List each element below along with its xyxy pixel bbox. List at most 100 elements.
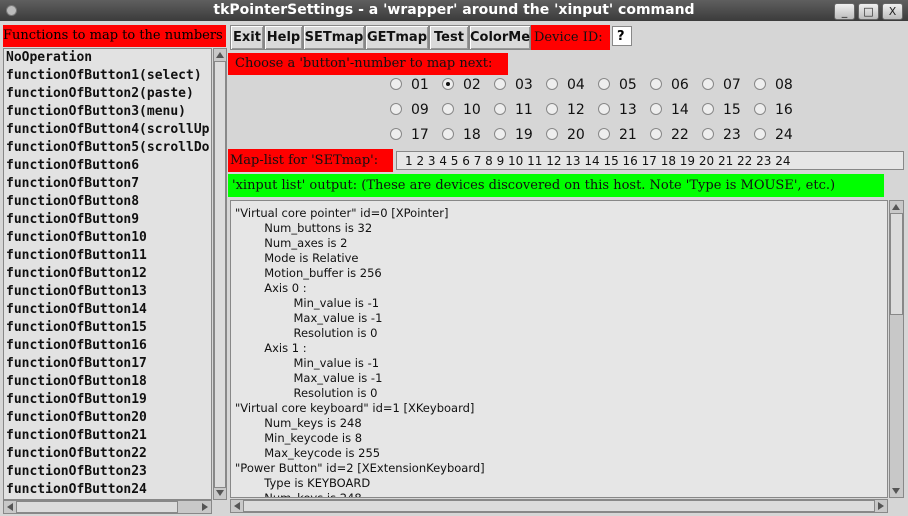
button-number-radio[interactable]: 02 xyxy=(442,77,481,97)
radio-unselected-icon[interactable] xyxy=(442,128,454,140)
radio-unselected-icon[interactable] xyxy=(702,128,714,140)
button-number-radio[interactable]: 03 xyxy=(494,77,533,97)
function-list-item[interactable]: functionOfButton11 xyxy=(4,247,211,265)
function-list-item[interactable]: functionOfButton6 xyxy=(4,157,211,175)
function-list-item[interactable]: functionOfButton20 xyxy=(4,409,211,427)
function-list-item[interactable]: functionOfButton9 xyxy=(4,211,211,229)
radio-unselected-icon[interactable] xyxy=(650,78,662,90)
function-list-item[interactable]: functionOfButton10 xyxy=(4,229,211,247)
radio-unselected-icon[interactable] xyxy=(650,103,662,115)
functions-horizontal-scrollbar[interactable] xyxy=(3,500,212,514)
scroll-up-arrow-icon[interactable] xyxy=(216,52,224,58)
function-list-item[interactable]: functionOfButton24 xyxy=(4,481,211,499)
function-list-item[interactable]: functionOfButton23 xyxy=(4,463,211,481)
function-list-item[interactable]: functionOfButton16 xyxy=(4,337,211,355)
function-list-item[interactable]: functionOfButton4(scrollUp xyxy=(4,121,211,139)
radio-unselected-icon[interactable] xyxy=(598,78,610,90)
function-list-item[interactable]: functionOfButton14 xyxy=(4,301,211,319)
button-number-radio[interactable]: 22 xyxy=(650,127,689,147)
button-number-radio[interactable]: 11 xyxy=(494,102,533,122)
radio-unselected-icon[interactable] xyxy=(494,103,506,115)
function-list-item[interactable]: functionOfButton22 xyxy=(4,445,211,463)
button-number-radio[interactable]: 08 xyxy=(754,77,793,97)
button-number-radio[interactable]: 18 xyxy=(442,127,481,147)
radio-unselected-icon[interactable] xyxy=(546,103,558,115)
function-list-item[interactable]: functionOfButton2(paste) xyxy=(4,85,211,103)
button-number-radio[interactable]: 20 xyxy=(546,127,585,147)
radio-unselected-icon[interactable] xyxy=(546,128,558,140)
function-list-item[interactable]: functionOfButton18 xyxy=(4,373,211,391)
functions-scroll-thumb[interactable] xyxy=(214,61,226,488)
radio-unselected-icon[interactable] xyxy=(546,78,558,90)
radio-unselected-icon[interactable] xyxy=(442,103,454,115)
colorme-button[interactable]: ColorMe xyxy=(469,25,531,50)
help-button[interactable]: Help xyxy=(264,25,303,50)
radio-unselected-icon[interactable] xyxy=(390,78,402,90)
function-list-item[interactable]: functionOfButton8 xyxy=(4,193,211,211)
function-list-item[interactable]: functionOfButton19 xyxy=(4,391,211,409)
maplist-entry[interactable]: 1 2 3 4 5 6 7 8 9 10 11 12 13 14 15 16 1… xyxy=(396,151,904,170)
output-scroll-up-arrow-icon[interactable] xyxy=(892,204,900,210)
functions-vertical-scrollbar[interactable] xyxy=(213,48,227,500)
output-scroll-right-arrow-icon[interactable] xyxy=(878,502,884,510)
radio-unselected-icon[interactable] xyxy=(390,128,402,140)
function-list-item[interactable]: functionOfButton15 xyxy=(4,319,211,337)
functions-hscroll-thumb[interactable] xyxy=(16,501,178,513)
button-number-radio[interactable]: 17 xyxy=(390,127,429,147)
button-number-radio[interactable]: 09 xyxy=(390,102,429,122)
button-number-radio[interactable]: 07 xyxy=(702,77,741,97)
button-number-radio[interactable]: 13 xyxy=(598,102,637,122)
exit-button[interactable]: Exit xyxy=(230,25,264,50)
output-hscroll-thumb[interactable] xyxy=(243,500,875,512)
output-scroll-left-arrow-icon[interactable] xyxy=(234,502,240,510)
button-number-radio[interactable]: 01 xyxy=(390,77,429,97)
button-number-radio[interactable]: 12 xyxy=(546,102,585,122)
button-number-radio[interactable]: 24 xyxy=(754,127,793,147)
button-number-radio[interactable]: 06 xyxy=(650,77,689,97)
radio-unselected-icon[interactable] xyxy=(390,103,402,115)
button-number-radio[interactable]: 23 xyxy=(702,127,741,147)
xinput-output-textarea[interactable]: "Virtual core pointer" id=0 [XPointer] N… xyxy=(230,200,888,498)
function-list-item[interactable]: functionOfButton13 xyxy=(4,283,211,301)
button-number-radio[interactable]: 16 xyxy=(754,102,793,122)
function-list-item[interactable]: functionOfButton12 xyxy=(4,265,211,283)
radio-unselected-icon[interactable] xyxy=(494,78,506,90)
output-scroll-thumb[interactable] xyxy=(890,213,903,315)
function-list-item[interactable]: NoOperation xyxy=(4,49,211,67)
output-horizontal-scrollbar[interactable] xyxy=(230,499,888,513)
close-button[interactable]: X xyxy=(882,3,903,20)
button-number-radio[interactable]: 05 xyxy=(598,77,637,97)
function-list-item[interactable]: functionOfButton1(select) xyxy=(4,67,211,85)
scroll-left-arrow-icon[interactable] xyxy=(7,503,13,511)
radio-unselected-icon[interactable] xyxy=(598,128,610,140)
radio-unselected-icon[interactable] xyxy=(494,128,506,140)
radio-unselected-icon[interactable] xyxy=(754,103,766,115)
functions-listbox[interactable]: NoOperation functionOfButton1(select) func… xyxy=(3,48,212,500)
function-list-item[interactable]: functionOfButton7 xyxy=(4,175,211,193)
device-id-input[interactable]: ? xyxy=(612,26,632,46)
setmap-button[interactable]: SETmap xyxy=(303,25,365,50)
button-number-radio[interactable]: 04 xyxy=(546,77,585,97)
getmap-button[interactable]: GETmap xyxy=(365,25,429,50)
scroll-down-arrow-icon[interactable] xyxy=(216,490,224,496)
function-list-item[interactable]: functionOfButton21 xyxy=(4,427,211,445)
function-list-item[interactable]: functionOfButton17 xyxy=(4,355,211,373)
button-number-radio[interactable]: 19 xyxy=(494,127,533,147)
minimize-button[interactable]: _ xyxy=(834,3,855,20)
radio-unselected-icon[interactable] xyxy=(598,103,610,115)
button-number-radio[interactable]: 14 xyxy=(650,102,689,122)
radio-unselected-icon[interactable] xyxy=(702,103,714,115)
output-scroll-down-arrow-icon[interactable] xyxy=(892,488,900,494)
radio-selected-icon[interactable] xyxy=(442,78,454,90)
function-list-item[interactable]: functionOfButton5(scrollDo xyxy=(4,139,211,157)
scroll-right-arrow-icon[interactable] xyxy=(202,503,208,511)
button-number-radio[interactable]: 10 xyxy=(442,102,481,122)
button-number-radio[interactable]: 21 xyxy=(598,127,637,147)
radio-unselected-icon[interactable] xyxy=(754,78,766,90)
radio-unselected-icon[interactable] xyxy=(702,78,714,90)
radio-unselected-icon[interactable] xyxy=(650,128,662,140)
button-number-radio[interactable]: 15 xyxy=(702,102,741,122)
output-vertical-scrollbar[interactable] xyxy=(889,200,904,498)
test-button[interactable]: Test xyxy=(429,25,469,50)
maximize-button[interactable]: □ xyxy=(858,3,879,20)
